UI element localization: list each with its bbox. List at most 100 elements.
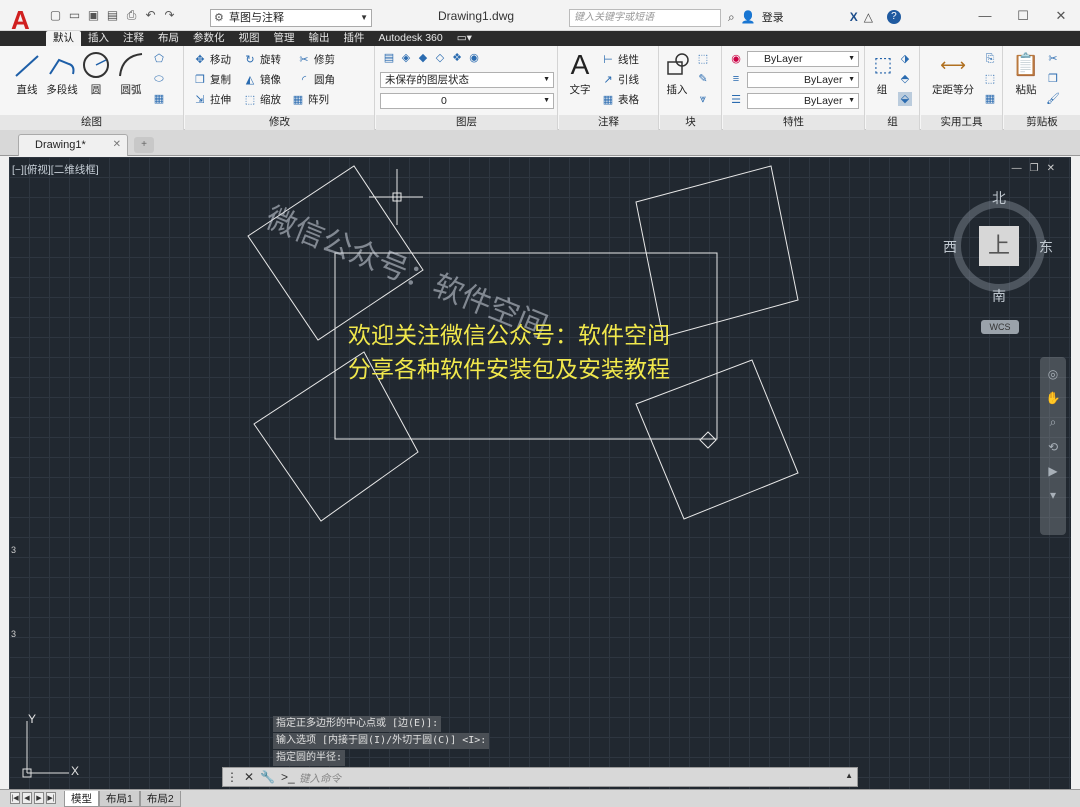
steeringwheel-icon[interactable]: ◎	[1040, 367, 1066, 381]
viewcube[interactable]: 上 北 南 西 东	[943, 190, 1053, 304]
exchange-icon[interactable]: X	[850, 10, 858, 24]
stretch-tool[interactable]: ⇲ 拉伸	[193, 92, 231, 107]
lineweight-select[interactable]: ByLayer ▼	[747, 93, 859, 109]
tab-plugins[interactable]: 插件	[337, 31, 372, 46]
showmotion-icon[interactable]: ▶	[1040, 464, 1066, 478]
select-all-tool[interactable]: ⬚	[983, 72, 997, 86]
calculator-tool[interactable]: ▦	[983, 92, 997, 106]
utilities-panel-title[interactable]: 实用工具	[921, 115, 1002, 130]
tab-model[interactable]: 模型	[64, 791, 99, 807]
groups-panel-title[interactable]: 组	[866, 115, 919, 130]
wcs-menu[interactable]: WCS	[981, 320, 1019, 334]
redo-icon[interactable]: ↷	[162, 8, 177, 23]
match-prop-tool[interactable]: 🖌	[1046, 92, 1060, 106]
binoculars-icon[interactable]: ⌕	[728, 10, 735, 25]
text-tool[interactable]: A 文字	[565, 50, 595, 97]
insert-tool[interactable]: 插入	[662, 50, 692, 97]
scale-tool[interactable]: ⬚ 缩放	[243, 92, 281, 107]
ungroup-tool[interactable]: ⬗	[898, 52, 912, 66]
group-select-tool[interactable]: ⬙	[898, 92, 912, 106]
tab-autodesk-360[interactable]: Autodesk 360	[372, 31, 450, 46]
save-as-icon[interactable]: ▤	[105, 8, 120, 23]
close-icon[interactable]: ✕	[244, 770, 254, 784]
minimize-icon[interactable]: —	[966, 0, 1004, 31]
tab-view[interactable]: 视图	[232, 31, 267, 46]
new-tab-button[interactable]: +	[134, 137, 154, 153]
tab-insert[interactable]: 插入	[81, 31, 116, 46]
linear-dim-tool[interactable]: ⊢ 线性	[601, 52, 639, 67]
open-icon[interactable]: ▭	[67, 8, 82, 23]
drawing-canvas[interactable]: [−][俯视][二维线框] — ❐ ✕ 微信公众号：软件空间 欢迎关注微信公众号…	[9, 157, 1071, 789]
create-block-tool[interactable]: ⬚	[696, 52, 710, 66]
layer-freeze-icon[interactable]: ❖	[450, 51, 464, 65]
copy-clip-tool[interactable]: ❐	[1046, 72, 1060, 86]
layer-properties-icon[interactable]: ▤	[382, 51, 396, 65]
user-icon[interactable]: 👤	[741, 10, 756, 24]
tab-layout2[interactable]: 布局2	[139, 791, 181, 807]
fillet-tool[interactable]: ◜ 圆角	[297, 72, 335, 87]
mirror-tool[interactable]: ◭ 镜像	[243, 72, 281, 87]
last-layout-icon[interactable]: ▶|	[46, 792, 56, 804]
workspace-select[interactable]: ⚙ 草图与注释 ▼	[210, 9, 372, 27]
close-icon[interactable]: ✕	[1047, 163, 1055, 174]
line-tool[interactable]: 直线	[10, 50, 44, 97]
tab-annotate[interactable]: 注释	[116, 31, 151, 46]
minimize-icon[interactable]: —	[1012, 163, 1022, 174]
tab-layout[interactable]: 布局	[151, 31, 186, 46]
group-edit-tool[interactable]: ⬘	[898, 72, 912, 86]
compass-north[interactable]: 北	[992, 188, 1006, 208]
table-tool[interactable]: ▦ 表格	[601, 92, 639, 107]
grip-marker[interactable]	[699, 431, 717, 449]
polygon-tool[interactable]: ⬠	[152, 52, 166, 66]
command-input[interactable]: 键入命令	[299, 771, 341, 786]
login-link[interactable]: 登录	[762, 9, 784, 25]
command-grip-icon[interactable]: ⋮	[226, 770, 238, 784]
viewcube-top-face[interactable]: 上	[979, 226, 1019, 266]
document-tab[interactable]: Drawing1* ✕	[18, 134, 128, 156]
color-select[interactable]: ByLayer ▼	[747, 51, 859, 67]
compass-south[interactable]: 南	[992, 286, 1006, 306]
close-icon[interactable]: ✕	[1042, 0, 1080, 31]
tab-layout1[interactable]: 布局1	[99, 791, 140, 807]
layer-state-icon[interactable]: ◈	[399, 51, 413, 65]
tab-parametric[interactable]: 参数化	[186, 31, 232, 46]
customize-icon[interactable]: 🔧	[260, 770, 275, 784]
circle-tool[interactable]: 圆	[80, 50, 112, 97]
tab-output[interactable]: 输出	[302, 31, 337, 46]
new-icon[interactable]: ▢	[48, 8, 63, 23]
layers-panel-title[interactable]: 图层	[376, 115, 557, 130]
group-tool[interactable]: ⬚ 组	[868, 50, 896, 97]
orbit-icon[interactable]: ⟲	[1040, 440, 1066, 454]
close-icon[interactable]: ✕	[113, 135, 121, 155]
copy-tool[interactable]: ❐ 复制	[193, 72, 231, 87]
cut-tool[interactable]: ✂	[1046, 52, 1060, 66]
layer-state-select[interactable]: 未保存的图层状态 ▼	[380, 72, 554, 88]
arc-tool[interactable]: 圆弧	[114, 50, 148, 97]
block-attr-tool[interactable]: ⩔	[696, 92, 710, 106]
draw-panel-title[interactable]: 绘图	[0, 115, 183, 130]
command-prompt-icon[interactable]: >_	[281, 770, 295, 784]
print-icon[interactable]: ⎙	[124, 8, 139, 23]
leader-tool[interactable]: ↗ 引线	[601, 72, 639, 87]
tab-manage[interactable]: 管理	[267, 31, 302, 46]
trim-tool[interactable]: ✂ 修剪	[297, 52, 335, 67]
pan-icon[interactable]: ✋	[1040, 391, 1066, 405]
paste-tool[interactable]: 📋 粘贴	[1010, 50, 1042, 97]
match-color-tool[interactable]: ◉	[729, 52, 743, 66]
modify-panel-title[interactable]: 修改	[185, 115, 374, 130]
annotation-panel-title[interactable]: 注释	[559, 115, 658, 130]
layer-lock-icon[interactable]: ◉	[467, 51, 481, 65]
compass-east[interactable]: 东	[1039, 237, 1053, 257]
layer-off-icon[interactable]: ◆	[416, 51, 430, 65]
array-tool[interactable]: ▦ 阵列	[291, 92, 329, 107]
ellipse-tool[interactable]: ⬭	[152, 72, 166, 86]
polyline-tool[interactable]: 多段线	[44, 50, 80, 97]
search-input[interactable]: 键入关键字或短语	[569, 9, 721, 27]
block-panel-title[interactable]: 块	[660, 115, 721, 130]
hatch-tool[interactable]: ▦	[152, 92, 166, 106]
measure-tool[interactable]: ⟷ 定距等分	[927, 50, 979, 97]
layer-select[interactable]: 0 ▼	[380, 93, 554, 109]
compass-west[interactable]: 西	[943, 237, 957, 257]
undo-icon[interactable]: ↶	[143, 8, 158, 23]
first-layout-icon[interactable]: |◀	[10, 792, 20, 804]
